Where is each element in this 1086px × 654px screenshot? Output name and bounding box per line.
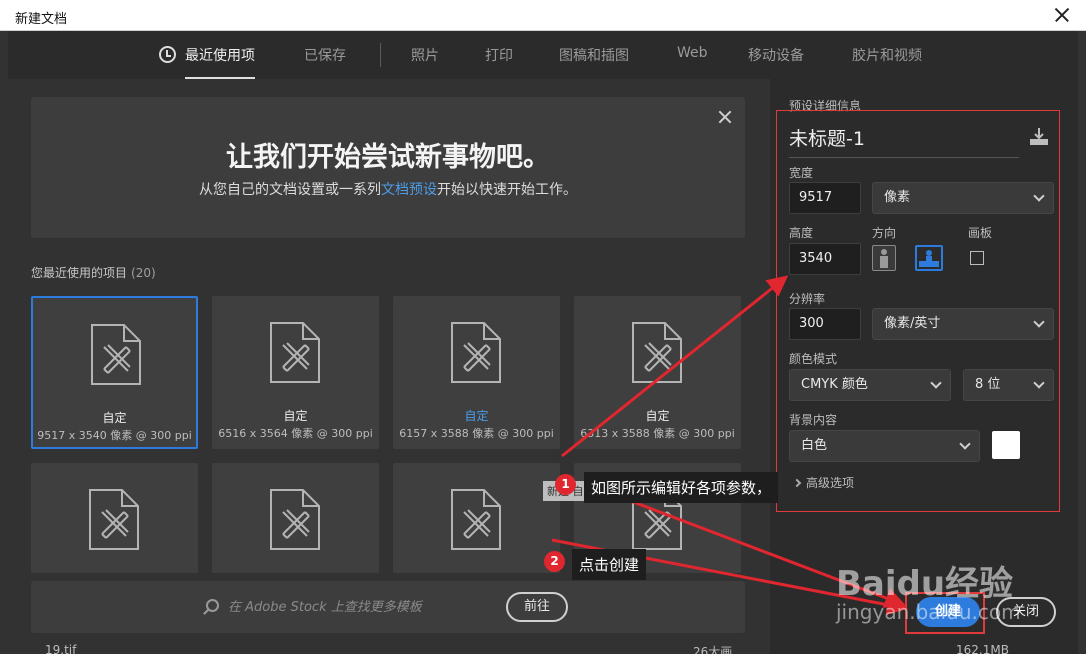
landscape-orientation-button[interactable] — [915, 245, 943, 271]
landscape-icon — [919, 250, 939, 267]
background-label: 背景内容 — [789, 413, 838, 427]
recent-items-label: 您最近使用的项目 (20) — [31, 264, 156, 281]
card-dims: 6157 x 3588 像素 @ 300 ppi — [399, 427, 554, 440]
chevron-right-icon — [792, 478, 802, 488]
width-unit-value: 像素 — [884, 190, 911, 205]
background-value: 白色 — [801, 438, 828, 453]
recent-card[interactable] — [393, 463, 560, 573]
document-icon — [270, 489, 320, 550]
tab-photo[interactable]: 照片 — [411, 45, 439, 65]
width-label: 宽度 — [789, 166, 814, 180]
tab-web[interactable]: Web — [677, 45, 708, 61]
recent-label-text: 您最近使用的项目 — [31, 266, 128, 280]
recent-card[interactable] — [212, 463, 379, 573]
preset-details-pane: 预设详细信息 未标题-1 宽度 9517 像素 高度 3540 方向 画板 分辨… — [770, 79, 1078, 654]
document-icon — [91, 324, 141, 385]
height-label: 高度 — [789, 226, 814, 240]
welcome-sub-before: 从您自己的文档设置或一系列 — [199, 182, 381, 198]
clock-icon — [159, 46, 176, 63]
welcome-banner: 让我们开始尝试新事物吧。 从您自己的文档设置或一系列文档预设开始以快速开始工作。 — [31, 97, 745, 238]
width-input[interactable]: 9517 — [789, 182, 861, 214]
new-document-dialog: 新建文档 最近使用项 已保存 照片 打印 图稿和插图 Web 移动设备 胶片和视… — [0, 0, 1086, 654]
recent-card[interactable] — [31, 463, 198, 573]
bit-depth-select[interactable]: 8 位 — [963, 369, 1054, 401]
recent-pane: 让我们开始尝试新事物吧。 从您自己的文档设置或一系列文档预设开始以快速开始工作。… — [8, 79, 768, 654]
bottom-file-size: 162.1MB — [956, 643, 1009, 654]
color-mode-select[interactable]: CMYK 颜色 — [789, 369, 951, 401]
card-dims: 6516 x 3564 像素 @ 300 ppi — [218, 427, 373, 440]
tab-recent[interactable]: 最近使用项 — [185, 45, 255, 79]
resolution-label: 分辨率 — [789, 292, 826, 306]
annotation-number-1: 1 — [555, 474, 576, 495]
document-name-field[interactable]: 未标题-1 — [789, 124, 1019, 158]
resolution-input[interactable]: 300 — [789, 308, 861, 340]
chevron-down-icon — [1033, 190, 1045, 202]
annotation-number-2: 2 — [544, 551, 565, 572]
chevron-down-icon — [1033, 316, 1045, 328]
background-select[interactable]: 白色 — [789, 430, 980, 462]
close-icon[interactable] — [715, 107, 735, 127]
card-dims: 6313 x 3588 像素 @ 300 ppi — [580, 427, 735, 440]
welcome-sub-after: 开始以快速开始工作。 — [437, 182, 577, 198]
document-icon — [451, 489, 501, 550]
welcome-heading: 让我们开始尝试新事物吧。 — [226, 142, 550, 173]
search-icon — [206, 599, 219, 612]
tab-print[interactable]: 打印 — [485, 45, 513, 65]
recent-count: (20) — [131, 266, 156, 280]
welcome-subtext: 从您自己的文档设置或一系列文档预设开始以快速开始工作。 — [31, 179, 745, 199]
bottom-file-info: 26大画 — [693, 645, 733, 654]
orientation-label: 方向 — [872, 226, 897, 240]
card-name: 自定 — [464, 409, 489, 423]
chevron-down-icon — [930, 377, 942, 389]
advanced-options-label: 高级选项 — [806, 476, 855, 490]
color-mode-label: 颜色模式 — [789, 352, 838, 366]
advanced-options-toggle[interactable]: 高级选项 — [792, 474, 855, 491]
close-button[interactable]: 关闭 — [996, 597, 1056, 627]
tab-film-video[interactable]: 胶片和视频 — [852, 45, 922, 65]
document-icon — [632, 322, 682, 383]
resolution-unit-select[interactable]: 像素/英寸 — [872, 308, 1054, 340]
annotation-text-1: 如图所示编辑好各项参数， — [584, 472, 779, 503]
title-bar: 新建文档 — [0, 0, 1086, 31]
document-icon — [270, 322, 320, 383]
chevron-down-icon — [959, 438, 971, 450]
document-icon — [451, 322, 501, 383]
recent-card[interactable]: 自定 9517 x 3540 像素 @ 300 ppi — [31, 296, 198, 449]
portrait-icon — [880, 249, 888, 268]
resolution-unit-value: 像素/英寸 — [884, 316, 941, 331]
stock-search-input[interactable] — [228, 597, 488, 617]
background-color-swatch[interactable] — [992, 431, 1020, 459]
tab-bar: 最近使用项 已保存 照片 打印 图稿和插图 Web 移动设备 胶片和视频 — [8, 31, 1078, 79]
width-unit-select[interactable]: 像素 — [872, 182, 1054, 214]
stock-search-bar: 前往 — [31, 581, 745, 633]
chevron-down-icon — [1033, 377, 1045, 389]
bit-depth-value: 8 位 — [975, 377, 1001, 392]
bottom-file-name: 19.tif — [45, 643, 77, 654]
recent-card[interactable]: 自定 6516 x 3564 像素 @ 300 ppi — [212, 296, 379, 449]
color-mode-value: CMYK 颜色 — [801, 377, 868, 392]
annotation-text-2: 点击创建 — [572, 549, 647, 580]
go-button[interactable]: 前往 — [506, 592, 568, 622]
recent-card[interactable]: 自定 6313 x 3588 像素 @ 300 ppi — [574, 296, 741, 449]
tab-art-illustration[interactable]: 图稿和插图 — [559, 45, 629, 65]
close-icon[interactable] — [1052, 5, 1072, 25]
create-highlight-box — [905, 592, 985, 634]
artboard-label: 画板 — [968, 226, 993, 240]
height-input[interactable]: 3540 — [789, 243, 861, 275]
window-title: 新建文档 — [15, 12, 68, 27]
card-name: 自定 — [645, 409, 670, 423]
document-presets-link[interactable]: 文档预设 — [381, 182, 437, 198]
save-preset-icon[interactable] — [1028, 126, 1050, 148]
tab-mobile[interactable]: 移动设备 — [748, 45, 804, 65]
document-icon — [89, 489, 139, 550]
recent-card[interactable]: 自定 6157 x 3588 像素 @ 300 ppi — [393, 296, 560, 449]
artboard-checkbox[interactable] — [970, 251, 984, 265]
card-dims: 9517 x 3540 像素 @ 300 ppi — [37, 429, 192, 442]
card-name: 自定 — [283, 409, 308, 423]
tab-saved[interactable]: 已保存 — [304, 45, 346, 65]
tab-separator — [380, 43, 381, 67]
portrait-orientation-button[interactable] — [872, 245, 896, 271]
card-name: 自定 — [102, 411, 127, 425]
